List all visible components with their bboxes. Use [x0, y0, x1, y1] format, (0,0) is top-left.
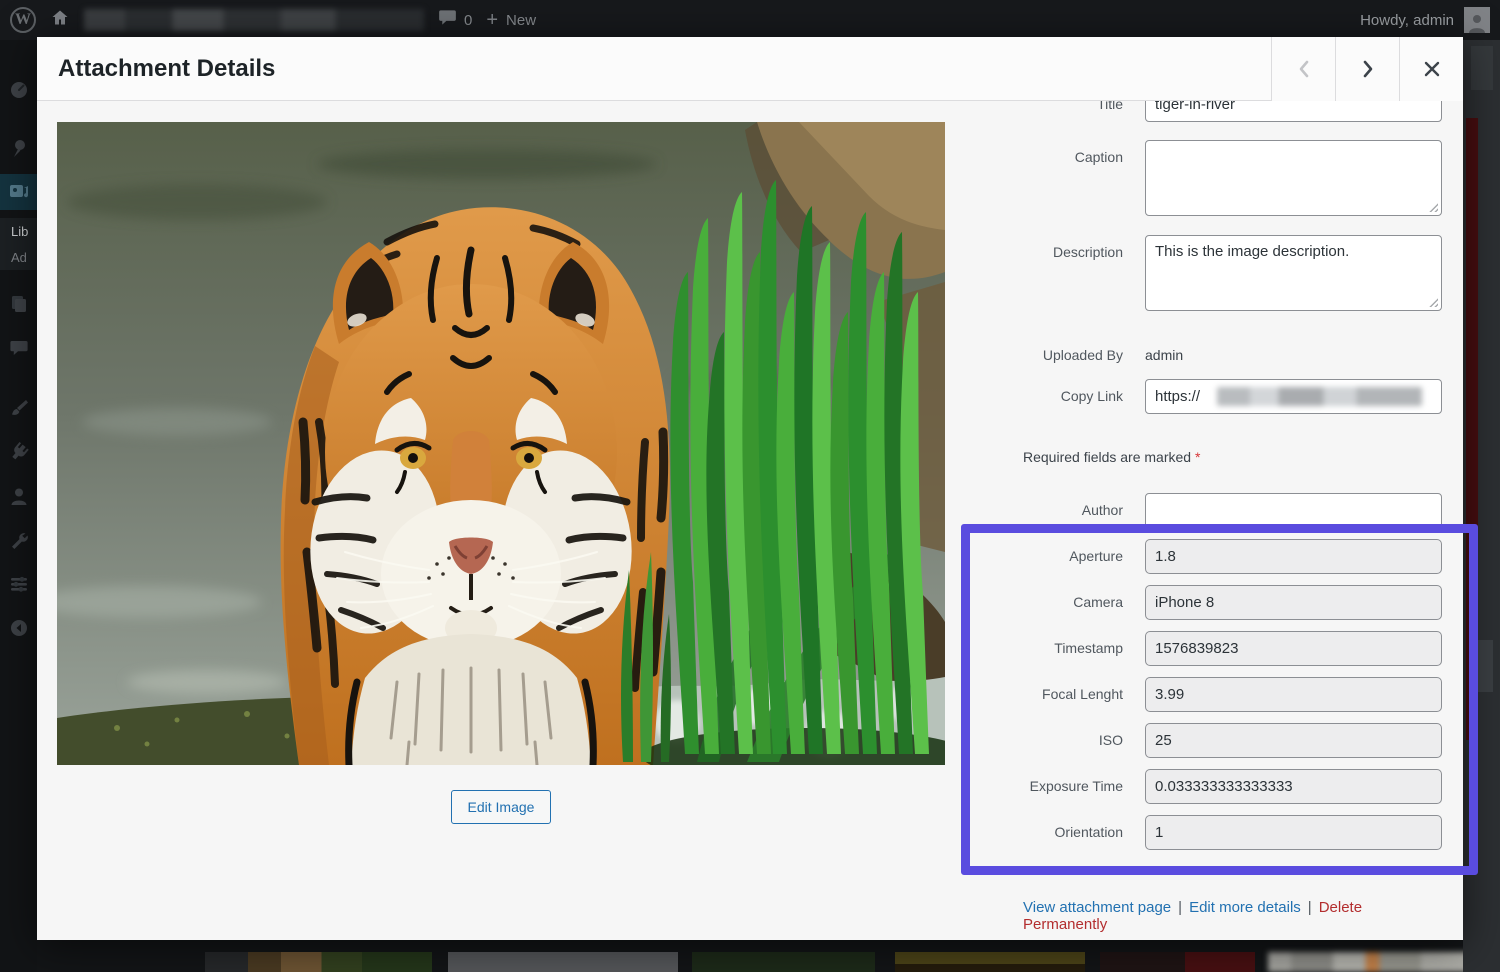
orientation-input[interactable]: [1145, 815, 1442, 850]
admin-bar: W 0 + New Howdy, admin: [0, 0, 1500, 40]
home-icon[interactable]: [50, 8, 70, 33]
avatar[interactable]: [1464, 7, 1490, 33]
link-separator: |: [1178, 899, 1182, 916]
appearance-icon[interactable]: [0, 390, 37, 426]
copy-link-label: Copy Link: [965, 379, 1123, 404]
focal-length-label: Focal Lenght: [965, 677, 1123, 702]
sidebar-item-library[interactable]: Lib: [0, 218, 37, 244]
howdy-greeting[interactable]: Howdy, admin: [1360, 12, 1454, 29]
background-image-strip: [1466, 118, 1478, 740]
grid-thumbnail-tiger: [248, 952, 432, 972]
chevron-left-icon: [1296, 58, 1312, 80]
caption-textarea[interactable]: [1145, 140, 1442, 216]
aperture-label: Aperture: [965, 539, 1123, 564]
link-separator: |: [1308, 899, 1312, 916]
plugins-icon[interactable]: [0, 434, 37, 470]
aperture-input[interactable]: [1145, 539, 1442, 574]
grid-thumbnail-document: [448, 952, 678, 972]
required-fields-note: Required fields are marked *: [1023, 449, 1443, 469]
tools-icon[interactable]: [0, 522, 37, 558]
new-button[interactable]: New: [506, 12, 536, 29]
edit-more-details-link[interactable]: Edit more details: [1189, 899, 1301, 916]
description-label: Description: [965, 235, 1123, 260]
attachment-details-modal: Attachment Details: [37, 37, 1463, 940]
author-input[interactable]: [1145, 493, 1442, 528]
grid-thumbnail-yellow: [895, 952, 1085, 972]
wordpress-logo[interactable]: W: [10, 7, 36, 33]
settings-icon[interactable]: [0, 566, 37, 602]
title-label: Title: [965, 101, 1123, 112]
camera-input[interactable]: [1145, 585, 1442, 620]
description-textarea[interactable]: This is the image description.: [1145, 235, 1442, 311]
dashboard-icon[interactable]: [0, 72, 37, 108]
admin-sidebar: Lib Ad: [0, 40, 37, 972]
collapse-icon[interactable]: [0, 610, 37, 646]
grid-thumbnail-leaves: [692, 952, 875, 972]
caption-label: Caption: [965, 140, 1123, 165]
grid-thumbnail-dark-red: [1100, 952, 1255, 972]
required-star: *: [1195, 449, 1200, 465]
focal-length-input[interactable]: [1145, 677, 1442, 712]
author-label: Author: [965, 493, 1123, 518]
iso-label: ISO: [965, 723, 1123, 748]
posts-pin-icon[interactable]: [0, 130, 37, 166]
comment-count: 0: [464, 12, 472, 29]
media-grid-bottom-row: [0, 952, 1500, 972]
exposure-time-input[interactable]: [1145, 769, 1442, 804]
media-icon[interactable]: [0, 174, 37, 210]
close-icon: [1423, 60, 1441, 78]
pages-icon[interactable]: [0, 286, 37, 322]
iso-input[interactable]: [1145, 723, 1442, 758]
uploaded-by-label: Uploaded By: [965, 338, 1123, 363]
uploaded-by-value: admin: [1145, 338, 1183, 363]
attachment-fields-panel: Title Caption Description This is the im…: [965, 101, 1443, 940]
sidebar-item-add-new[interactable]: Ad: [0, 244, 37, 270]
comments-icon[interactable]: [0, 330, 37, 366]
previous-attachment-button[interactable]: [1271, 37, 1335, 101]
camera-label: Camera: [965, 585, 1123, 610]
close-modal-button[interactable]: [1399, 37, 1463, 101]
edit-image-button[interactable]: Edit Image: [451, 790, 552, 824]
plus-icon[interactable]: +: [486, 10, 498, 30]
modal-header: Attachment Details: [37, 37, 1463, 101]
copy-link-blurred-url: [1217, 387, 1422, 406]
attachment-preview-tiger-photo: [57, 122, 945, 765]
view-attachment-page-link[interactable]: View attachment page: [1023, 899, 1171, 916]
comments-bubble-icon[interactable]: [438, 8, 457, 32]
site-name-blurred[interactable]: [84, 9, 424, 31]
timestamp-label: Timestamp: [965, 631, 1123, 656]
chevron-right-icon: [1360, 58, 1376, 80]
next-attachment-button[interactable]: [1335, 37, 1399, 101]
users-icon[interactable]: [0, 478, 37, 514]
grid-thumbnail: [205, 952, 248, 972]
title-input[interactable]: [1145, 101, 1442, 122]
orientation-label: Orientation: [965, 815, 1123, 840]
timestamp-input[interactable]: [1145, 631, 1442, 666]
modal-title: Attachment Details: [37, 55, 275, 83]
exposure-time-label: Exposure Time: [965, 769, 1123, 794]
